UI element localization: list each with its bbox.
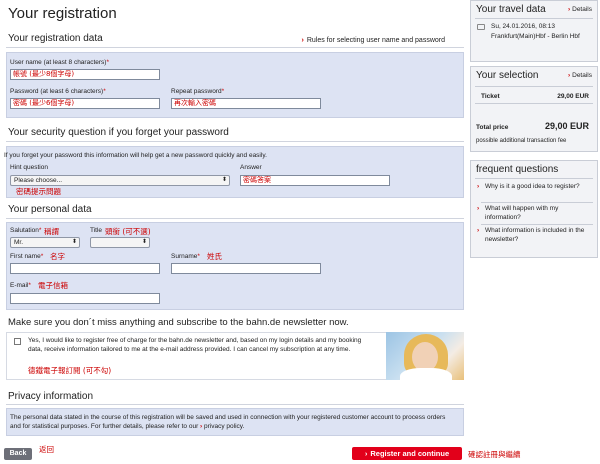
newsletter-annotation: 德鐵電子報訂閱 (可不勾) (28, 366, 112, 375)
title-annotation: 頭銜 (可不選) (105, 227, 151, 236)
register-continue-button[interactable]: › Register and continue (352, 447, 462, 460)
divider (6, 218, 464, 219)
newsletter-text: Yes, I would like to register free of ch… (28, 337, 362, 353)
divider (6, 141, 464, 142)
salutation-label: Salutation* (10, 227, 42, 234)
newsletter-checkbox[interactable] (14, 338, 21, 345)
email-input[interactable] (10, 293, 160, 304)
arrow-right-icon: › (477, 183, 480, 190)
selection-details-link[interactable]: › Details (568, 72, 592, 79)
registration-form: Your registration Your registration data… (0, 0, 465, 464)
security-question-heading: Your security question if you forget you… (8, 127, 229, 138)
privacy-policy-link[interactable]: privacy policy (204, 423, 243, 430)
first-name-input[interactable] (10, 263, 160, 274)
salutation-select[interactable]: Mr. ⬍ (10, 237, 80, 248)
transaction-fee-note: possible additional transaction fee (476, 138, 567, 144)
selection-box: Your selection › Details Ticket 29,00 EUR… (470, 66, 598, 152)
ticket-price: 29,00 EUR (557, 93, 589, 100)
faq-box: frequent questions › Why is it a good ide… (470, 160, 598, 258)
answer-input[interactable]: 密碼答案 (240, 175, 390, 186)
back-annotation: 返回 (39, 445, 54, 454)
faq-item[interactable]: › What will happen with my information? (477, 205, 587, 222)
newsletter-photo (386, 332, 464, 380)
travel-data-box: Your travel data › Details Su, 24.01.2016… (470, 0, 598, 62)
travel-data-heading: Your travel data (476, 4, 546, 15)
salutation-annotation: 稱謂 (44, 227, 59, 236)
arrow-right-icon: › (477, 205, 480, 212)
total-price-label: Total price (476, 124, 509, 131)
surname-input[interactable] (171, 263, 321, 274)
arrow-right-icon: › (364, 449, 368, 458)
arrow-right-icon: › (477, 227, 480, 234)
password-label: Password (at least 6 characters)* (10, 88, 106, 95)
arrow-right-icon: › (301, 37, 304, 44)
divider (6, 47, 464, 48)
username-input[interactable]: 帳號 (最少8個字母) (10, 69, 160, 80)
chevron-updown-icon: ⬍ (221, 177, 227, 183)
newsletter-heading: Make sure you don´t miss anything and su… (8, 317, 349, 328)
train-icon (477, 24, 485, 30)
title-select[interactable]: ⬍ (90, 237, 150, 248)
faq-heading: frequent questions (476, 164, 559, 175)
rules-link[interactable]: › Rules for selecting user name and passw… (302, 37, 445, 44)
sidebar: Your travel data › Details Su, 24.01.2016… (470, 0, 600, 464)
answer-label: Answer (240, 164, 262, 171)
hint-question-label: Hint question (10, 164, 48, 171)
hint-question-annotation: 密碼提示問題 (16, 187, 61, 196)
faq-item[interactable]: › What information is included in the new… (477, 227, 587, 244)
surname-label: Surname* (171, 253, 200, 260)
chevron-updown-icon: ⬍ (71, 239, 77, 245)
email-annotation: 電子信箱 (38, 281, 68, 290)
page-title: Your registration (8, 5, 117, 22)
ticket-label: Ticket (481, 93, 500, 100)
faq-item[interactable]: › Why is it a good idea to register? (477, 183, 587, 192)
privacy-text: The personal data stated in the course o… (10, 414, 446, 430)
username-label: User name (at least 8 characters)* (10, 59, 109, 66)
travel-route: Frankfurt(Main)Hbf - Berlin Hbf (491, 33, 580, 40)
surname-annotation: 姓氏 (207, 252, 222, 261)
email-label: E-mail* (10, 282, 31, 289)
privacy-heading: Privacy information (8, 391, 94, 402)
first-name-label: First name* (10, 253, 44, 260)
hint-question-select[interactable]: Please choose... ⬍ (10, 175, 230, 186)
chevron-updown-icon: ⬍ (141, 239, 147, 245)
registration-data-heading: Your registration data (8, 33, 103, 44)
security-hint-text: If you forget your password this informa… (4, 152, 267, 159)
selection-heading: Your selection (476, 70, 539, 81)
back-button[interactable]: Back (4, 448, 32, 460)
first-name-annotation: 名字 (50, 252, 65, 261)
arrow-right-icon: › (200, 423, 203, 430)
divider (6, 404, 464, 405)
password-input[interactable]: 密碼 (最少6個字母) (10, 98, 160, 109)
repeat-password-label: Repeat password* (171, 88, 225, 95)
arrow-right-icon: › (567, 6, 571, 13)
personal-data-heading: Your personal data (8, 204, 92, 215)
travel-date: Su, 24.01.2016, 08:13 (491, 23, 555, 30)
total-price: 29,00 EUR (544, 121, 589, 131)
arrow-right-icon: › (567, 72, 571, 79)
repeat-password-input[interactable]: 再次輸入密碼 (171, 98, 321, 109)
title-label: Title (90, 227, 103, 234)
travel-details-link[interactable]: › Details (568, 6, 592, 13)
